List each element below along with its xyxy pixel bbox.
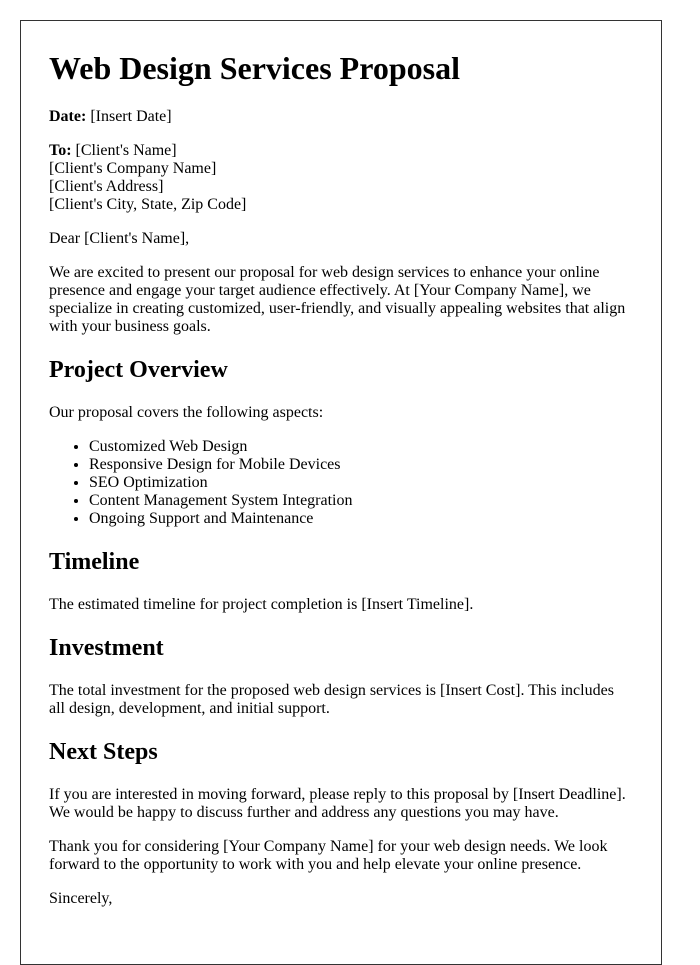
- investment-text: The total investment for the proposed we…: [49, 682, 614, 717]
- client-address: [Client's Address]: [49, 178, 164, 195]
- list-item: Ongoing Support and Maintenance: [89, 510, 633, 528]
- list-item: Content Management System Integration: [89, 492, 633, 510]
- list-item: SEO Optimization: [89, 474, 633, 492]
- date-label: Date:: [49, 108, 87, 125]
- client-name: [Client's Name]: [75, 142, 177, 159]
- page-title: Web Design Services Proposal: [49, 50, 460, 86]
- recipient-block: To: [Client's Name] [Client's Company Nam…: [49, 142, 633, 214]
- section-heading-investment: Investment: [49, 635, 164, 661]
- overview-text: Our proposal covers the following aspect…: [49, 404, 324, 421]
- date-value: [Insert Date]: [90, 108, 172, 125]
- client-city-state-zip: [Client's City, State, Zip Code]: [49, 196, 247, 213]
- next-steps-text: If you are interested in moving forward,…: [49, 786, 626, 821]
- date-line: Date: [Insert Date]: [49, 108, 633, 126]
- proposal-letter: Web Design Services Proposal Date: [Inse…: [20, 20, 662, 965]
- list-item: Responsive Design for Mobile Devices: [89, 456, 633, 474]
- timeline-text: The estimated timeline for project compl…: [49, 596, 474, 613]
- client-company: [Client's Company Name]: [49, 160, 217, 177]
- section-heading-timeline: Timeline: [49, 549, 140, 575]
- salutation: Dear [Client's Name],: [49, 230, 190, 247]
- closing-paragraph: Thank you for considering [Your Company …: [49, 838, 608, 873]
- section-heading-next-steps: Next Steps: [49, 739, 158, 765]
- intro-paragraph: We are excited to present our proposal f…: [49, 264, 626, 335]
- list-item: Customized Web Design: [89, 438, 633, 456]
- signoff: Sincerely,: [49, 890, 113, 907]
- section-heading-overview: Project Overview: [49, 357, 228, 383]
- overview-list: Customized Web Design Responsive Design …: [49, 438, 633, 528]
- recipient-label: To:: [49, 142, 72, 159]
